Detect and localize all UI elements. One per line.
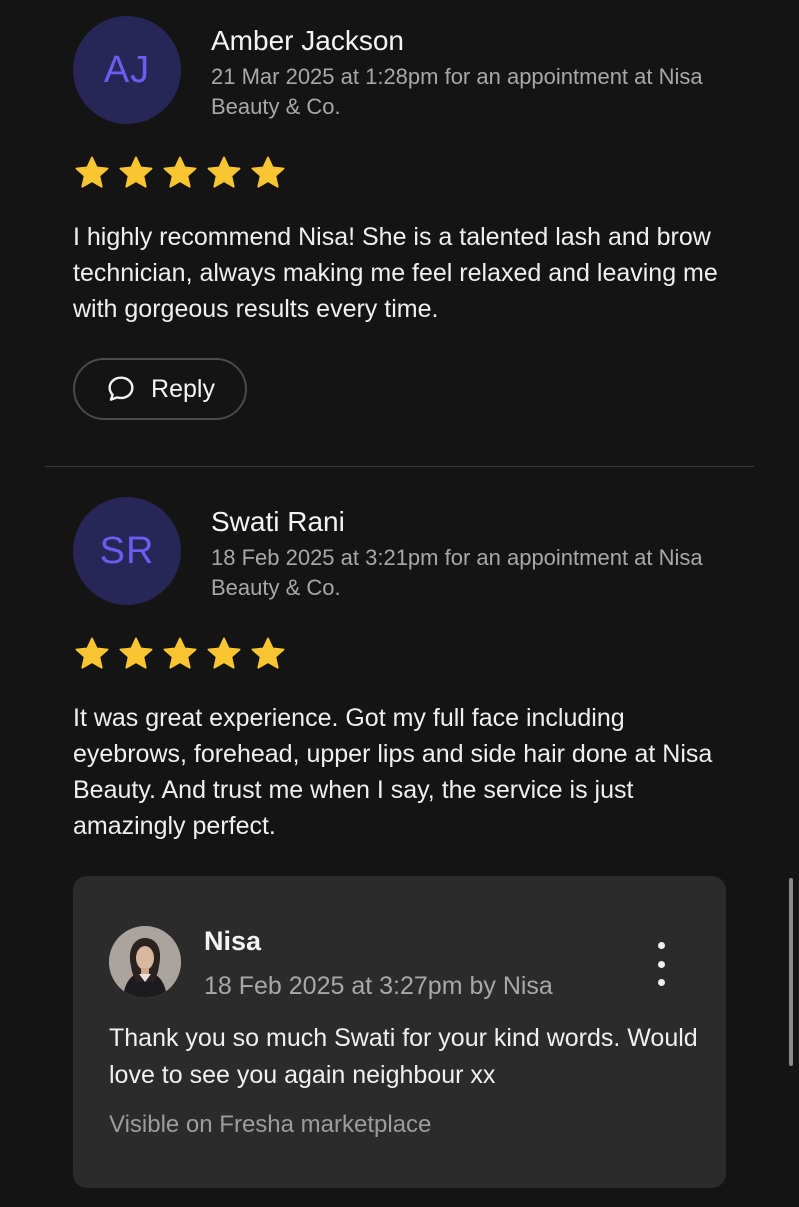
reply-text: Thank you so much Swati for your kind wo…: [109, 1024, 698, 1089]
avatar: SR: [73, 497, 181, 605]
business-reply-card: Nisa 18 Feb 2025 at 3:27pm by Nisa Thank…: [73, 876, 726, 1188]
reviewer-name: Swati Rani: [211, 506, 345, 537]
avatar: AJ: [73, 16, 181, 124]
star-icon: [75, 637, 109, 669]
divider: [45, 466, 754, 467]
star-icon: [119, 156, 153, 188]
responder-avatar: [109, 926, 181, 998]
reply-button-label: Reply: [151, 374, 215, 403]
reviewer-name: Amber Jackson: [211, 25, 404, 56]
star-rating: [73, 635, 287, 673]
responder-name: Nisa: [204, 926, 262, 956]
review-meta: 18 Feb 2025 at 3:21pm for an appointment…: [211, 545, 703, 600]
star-rating: [73, 154, 287, 192]
review-text: I highly recommend Nisa! She is a talent…: [73, 223, 718, 323]
star-icon: [119, 637, 153, 669]
scrollbar[interactable]: [789, 878, 793, 1066]
review-meta: 21 Mar 2025 at 1:28pm for an appointment…: [211, 64, 703, 119]
star-icon: [207, 156, 241, 188]
visibility-note: Visible on Fresha marketplace: [109, 1111, 432, 1138]
star-icon: [251, 637, 285, 669]
reviews-page: AJ Amber Jackson 21 Mar 2025 at 1:28pm f…: [0, 0, 799, 1207]
vertical-dots-icon[interactable]: [643, 942, 679, 986]
star-icon: [163, 637, 197, 669]
profile-photo-icon: [109, 926, 181, 998]
speech-bubble-icon: [108, 376, 134, 401]
star-icon: [163, 156, 197, 188]
review-text: It was great experience. Got my full fac…: [73, 704, 713, 840]
reply-button[interactable]: Reply: [73, 358, 247, 420]
star-icon: [251, 156, 285, 188]
star-icon: [207, 637, 241, 669]
reply-meta: 18 Feb 2025 at 3:27pm by Nisa: [204, 972, 553, 1000]
star-icon: [75, 156, 109, 188]
